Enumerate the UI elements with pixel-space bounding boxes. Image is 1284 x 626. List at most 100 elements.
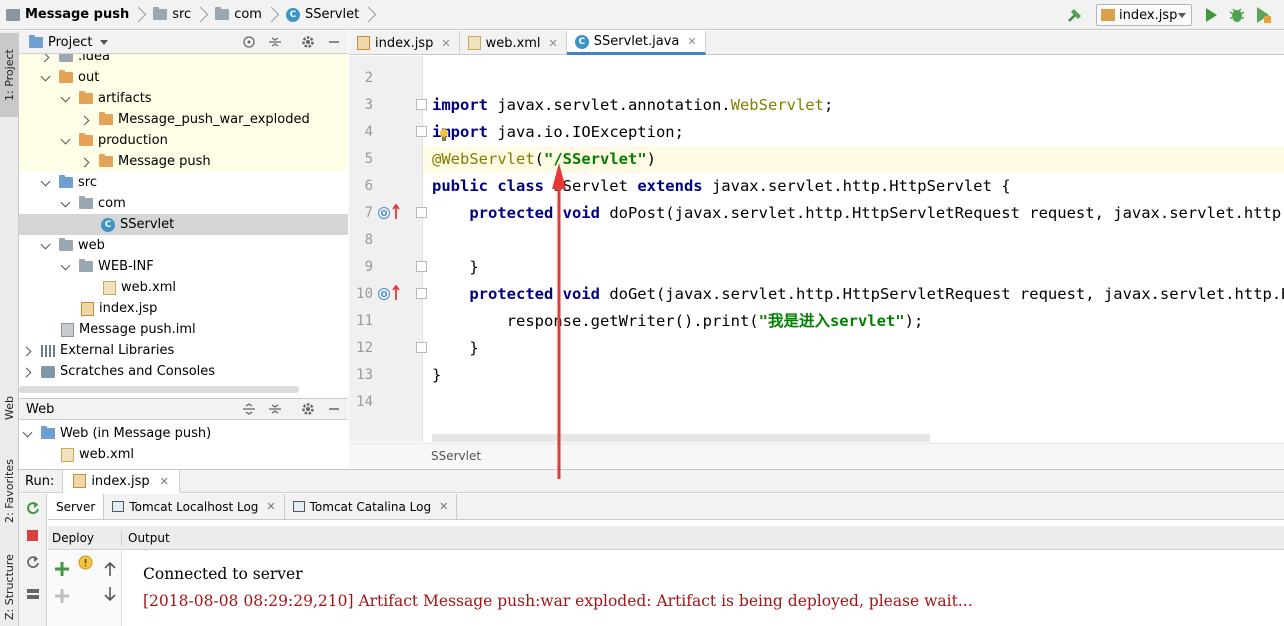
stop-icon[interactable] [27, 530, 39, 542]
close-icon[interactable]: ✕ [549, 37, 558, 50]
rerun-icon[interactable] [26, 501, 40, 515]
tool-window-favorites-tab[interactable]: 2: Favorites [0, 449, 19, 533]
debug-icon[interactable] [1228, 6, 1246, 24]
tree-item-com[interactable]: com [19, 193, 348, 214]
run-with-coverage-icon[interactable] [1254, 6, 1272, 24]
close-icon[interactable]: ✕ [439, 500, 448, 513]
tool-window-project-tab[interactable]: 1: Project [0, 33, 19, 117]
run-configuration-select[interactable]: index.jsp [1096, 4, 1192, 26]
run-tab-index-jsp[interactable]: index.jsp ✕ [62, 469, 180, 493]
tree-item-message-push[interactable]: Message push [19, 151, 348, 172]
collapse-arrow-icon[interactable] [41, 241, 51, 251]
deploy-all-icon[interactable] [54, 561, 70, 577]
expand-arrow-icon[interactable] [23, 367, 33, 377]
tree-item-production[interactable]: production [19, 130, 348, 151]
tab-server[interactable]: Server [48, 494, 105, 519]
tree-item-artifacts[interactable]: artifacts [19, 88, 348, 109]
deployment-output-header: Deploy Output [48, 526, 1284, 550]
minimize-icon[interactable] [327, 35, 341, 49]
collapse-arrow-icon[interactable] [41, 73, 51, 83]
override-marker-icon[interactable]: O [378, 207, 390, 219]
jsp-file-icon [73, 474, 87, 488]
run-icon[interactable] [1204, 7, 1218, 23]
tool-window-web-tab[interactable]: Web [0, 383, 19, 433]
run-panel-label: Run: [25, 473, 55, 489]
scroll-down-icon[interactable] [104, 586, 116, 602]
tree-item-message-push-war-exploded[interactable]: Message_push_war_exploded [19, 109, 348, 130]
close-icon[interactable]: ✕ [266, 500, 275, 513]
breadcrumb-project[interactable]: Message push [0, 0, 147, 30]
tree-item-scratches[interactable]: Scratches and Consoles [19, 361, 348, 382]
expand-arrow-icon[interactable] [81, 115, 91, 125]
fold-marker-icon[interactable] [416, 342, 427, 353]
breadcrumb-sservlet[interactable]: C SServlet [280, 0, 377, 30]
intention-bulb-icon[interactable] [439, 128, 449, 142]
tree-item-out[interactable]: out [19, 67, 348, 88]
scroll-up-icon[interactable] [104, 561, 116, 577]
editor-breadcrumb-item[interactable]: SServlet [431, 449, 481, 463]
collapse-arrow-icon[interactable] [61, 136, 71, 146]
project-tree-scrollbar[interactable] [19, 386, 299, 393]
expand-arrow-icon[interactable] [23, 346, 33, 356]
collapse-all-icon[interactable] [268, 35, 282, 49]
project-view-selector[interactable]: Project [48, 35, 92, 50]
fold-marker-icon[interactable] [416, 126, 427, 137]
close-icon[interactable]: ✕ [441, 37, 450, 50]
tab-web-xml[interactable]: web.xml ✕ [460, 31, 567, 55]
locate-target-icon[interactable] [242, 35, 256, 49]
tab-tomcat-localhost-log[interactable]: Tomcat Localhost Log ✕ [104, 494, 285, 519]
deployment-column-header[interactable]: Deploy [48, 530, 122, 545]
build-hammer-icon[interactable] [1066, 6, 1084, 24]
tree-item-web-facet[interactable]: Web (in Message push) [19, 423, 348, 444]
override-marker-icon[interactable]: O [378, 288, 390, 300]
code-line-11: response.getWriter().print("我是进入servlet"… [432, 312, 924, 330]
editor-horizontal-scrollbar[interactable] [432, 434, 930, 442]
tree-item-external-libraries[interactable]: External Libraries [19, 340, 348, 361]
expand-all-icon[interactable] [242, 402, 256, 416]
fold-marker-icon[interactable] [416, 207, 427, 218]
update-icon[interactable] [26, 555, 40, 569]
tree-item-message-push-iml[interactable]: Message push.iml [19, 319, 348, 340]
collapse-arrow-icon[interactable] [61, 94, 71, 104]
tree-item-idea[interactable]: .idea [19, 54, 348, 67]
overrides-up-arrow-icon[interactable] [392, 285, 400, 301]
tree-item-web-facet-xml[interactable]: web.xml [19, 444, 348, 465]
collapse-arrow-icon[interactable] [61, 262, 71, 272]
tree-item-index-jsp[interactable]: index.jsp [19, 298, 348, 319]
fold-marker-icon[interactable] [416, 99, 427, 110]
layout-icon[interactable] [26, 587, 40, 601]
breadcrumb-src[interactable]: src [147, 0, 209, 30]
folder-icon [153, 7, 168, 20]
tree-item-src[interactable]: src [19, 172, 348, 193]
project-view-icon [29, 34, 43, 48]
tab-tomcat-catalina-log[interactable]: Tomcat Catalina Log ✕ [285, 494, 458, 519]
line-number: 11 [356, 313, 373, 329]
chevron-down-icon[interactable] [100, 39, 109, 45]
tree-item-sservlet[interactable]: C SServlet [19, 214, 348, 235]
collapse-all-icon[interactable] [268, 402, 282, 416]
jsp-file-icon [1101, 9, 1115, 21]
log-icon [292, 501, 305, 512]
overrides-up-arrow-icon[interactable] [392, 204, 400, 220]
collapse-arrow-icon[interactable] [41, 178, 51, 188]
close-icon[interactable]: ✕ [160, 475, 169, 488]
run-panel-header: Run: index.jsp ✕ [19, 469, 1284, 493]
collapse-arrow-icon[interactable] [23, 429, 33, 439]
gear-icon[interactable] [301, 402, 315, 416]
tab-sservlet-java[interactable]: C SServlet.java ✕ [566, 31, 706, 55]
collapse-arrow-icon[interactable] [61, 199, 71, 209]
expand-arrow-icon[interactable] [81, 157, 91, 167]
expand-arrow-icon[interactable] [41, 54, 51, 62]
close-icon[interactable]: ✕ [687, 35, 696, 48]
fold-marker-icon[interactable] [416, 261, 427, 272]
tree-item-web-inf[interactable]: WEB-INF [19, 256, 348, 277]
tool-window-structure-tab[interactable]: Z: Structure [0, 547, 19, 626]
fold-marker-icon[interactable] [416, 288, 427, 299]
tree-item-web[interactable]: web [19, 235, 348, 256]
undeploy-icon[interactable] [54, 588, 70, 604]
tree-item-web-xml[interactable]: web.xml [19, 277, 348, 298]
minimize-icon[interactable] [327, 402, 341, 416]
gear-icon[interactable] [301, 35, 315, 49]
tab-index-jsp[interactable]: index.jsp ✕ [349, 31, 460, 55]
breadcrumb-com[interactable]: com [209, 0, 280, 30]
